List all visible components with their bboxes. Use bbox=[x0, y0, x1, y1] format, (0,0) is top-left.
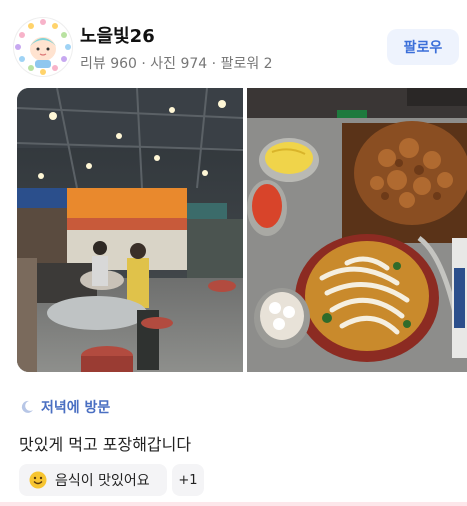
profile-header: 노을빛26 리뷰 960 · 사진 974 · 팔로워 2 팔로우 bbox=[14, 16, 459, 76]
visit-time: 저녁에 방문 bbox=[19, 397, 110, 417]
review-text: 맛있게 먹고 포장해갑니다 bbox=[19, 435, 192, 454]
profile-stats: 리뷰 960 · 사진 974 · 팔로워 2 bbox=[80, 56, 273, 72]
bottom-divider bbox=[0, 502, 467, 506]
follow-button[interactable]: 팔로우 bbox=[387, 29, 459, 65]
restaurant-interior-photo[interactable] bbox=[17, 88, 243, 372]
avatar[interactable] bbox=[14, 18, 72, 76]
more-tags-button[interactable]: +1 bbox=[172, 464, 204, 496]
photo-gallery[interactable] bbox=[17, 88, 467, 372]
profile-name[interactable]: 노을빛26 bbox=[80, 22, 155, 48]
visit-label: 저녁에 방문 bbox=[41, 400, 111, 416]
keyword-tag-label: 음식이 맛있어요 bbox=[55, 473, 150, 489]
food-photo[interactable] bbox=[247, 88, 467, 372]
moon-icon bbox=[21, 400, 33, 413]
keyword-tag[interactable]: 음식이 맛있어요 bbox=[19, 464, 167, 496]
smiley-icon bbox=[29, 471, 47, 489]
